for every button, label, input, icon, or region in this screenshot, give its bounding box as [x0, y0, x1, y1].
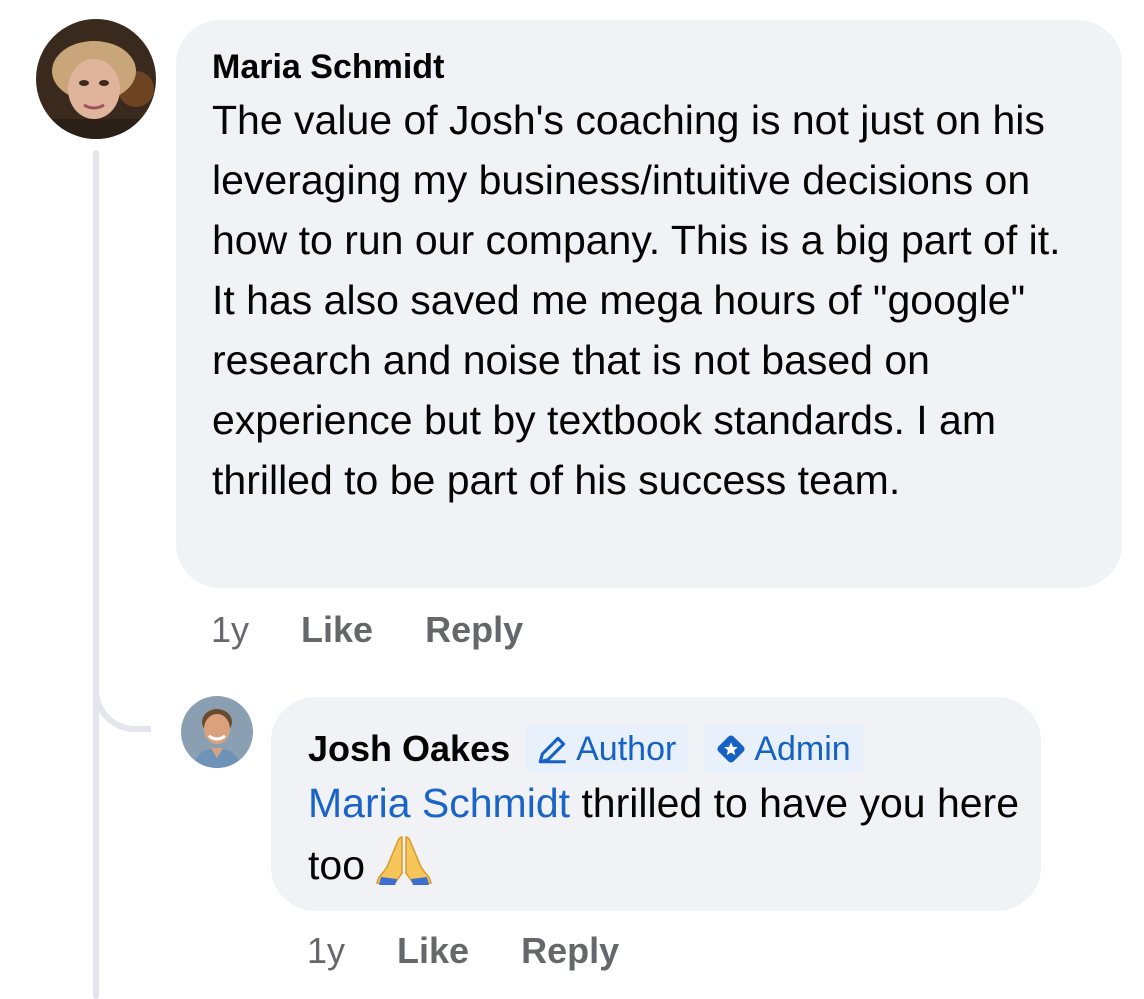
reply-actions: 1y Like Reply — [307, 926, 619, 976]
admin-badge-label: Admin — [754, 730, 851, 768]
reply-reply-button[interactable]: Reply — [521, 930, 619, 972]
reply-text: Maria Schmidt thrilled to have you here … — [308, 773, 1028, 895]
reply-like-button[interactable]: Like — [397, 930, 469, 972]
mention-link[interactable]: Maria Schmidt — [308, 780, 570, 826]
avatar-josh-oakes[interactable] — [181, 696, 253, 768]
reply-bubble: Josh Oakes Author Admin Maria Schmidt th… — [271, 697, 1041, 911]
folded-hands-icon — [375, 833, 433, 885]
author-badge: Author — [526, 725, 689, 773]
comment-timestamp[interactable]: 1y — [211, 609, 249, 651]
comment-reply-button[interactable]: Reply — [425, 609, 523, 651]
reply-timestamp[interactable]: 1y — [307, 930, 345, 972]
comment-bubble: Maria Schmidt The value of Josh's coachi… — [176, 20, 1122, 588]
pencil-icon — [538, 736, 566, 764]
author-badge-label: Author — [576, 730, 677, 768]
comment-text: The value of Josh's coaching is not just… — [212, 97, 1061, 503]
admin-badge: Admin — [704, 725, 863, 773]
avatar-maria-schmidt[interactable] — [36, 19, 156, 139]
comment-author-name[interactable]: Maria Schmidt — [212, 46, 1088, 88]
admin-diamond-icon — [717, 735, 745, 763]
thread-line — [93, 150, 99, 999]
comment-actions: 1y Like Reply — [211, 605, 523, 655]
comment-like-button[interactable]: Like — [301, 609, 373, 651]
reply-author-name[interactable]: Josh Oakes — [308, 726, 510, 772]
reply-connector — [93, 650, 151, 732]
